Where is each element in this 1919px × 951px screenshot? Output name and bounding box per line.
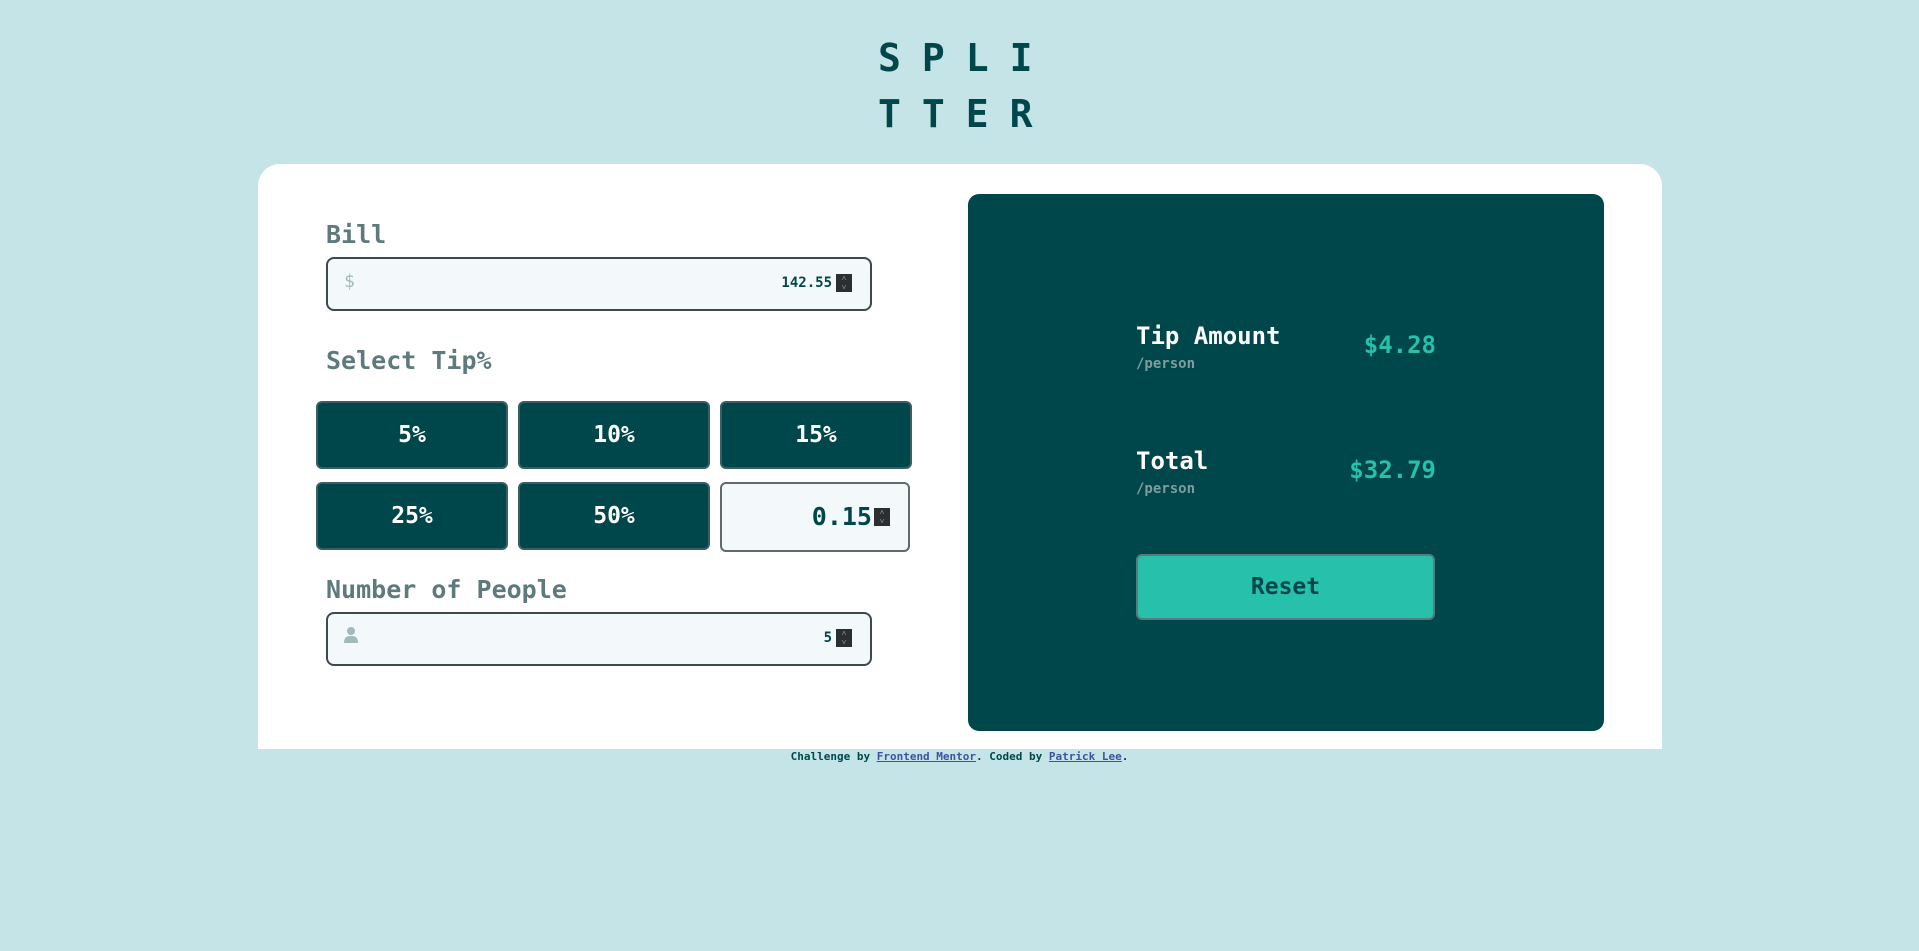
custom-tip-spinner[interactable]: ˄ ˅ (874, 508, 890, 526)
footer-middle: . Coded by (976, 750, 1049, 763)
tip-button-15[interactable]: 15% (720, 401, 912, 469)
person-icon (344, 626, 358, 649)
tip-amount-value: $4.28 (1363, 331, 1436, 359)
author-link[interactable]: Patrick Lee (1049, 750, 1122, 763)
custom-tip-input[interactable]: 0.15 ˄ ˅ (720, 482, 910, 552)
people-spinner[interactable]: ˄ ˅ (836, 629, 852, 647)
bill-value[interactable]: 142.55 (781, 275, 832, 291)
total-per-person: /person (1136, 481, 1196, 497)
frontend-mentor-link[interactable]: Frontend Mentor (877, 750, 976, 763)
logo-line-1: SPLI (878, 36, 1054, 80)
footer-prefix: Challenge by (790, 750, 877, 763)
select-tip-label: Select Tip% (326, 346, 492, 375)
attribution-footer: Challenge by Frontend Mentor. Coded by P… (0, 750, 1919, 763)
total-label: Total (1136, 447, 1209, 475)
bill-input[interactable]: $ 142.55 ˄ ˅ (326, 257, 872, 311)
tip-button-5[interactable]: 5% (316, 401, 508, 469)
dollar-icon: $ (344, 271, 355, 292)
tip-button-50[interactable]: 50% (518, 482, 710, 550)
tip-button-10[interactable]: 10% (518, 401, 710, 469)
people-label: Number of People (326, 575, 567, 604)
tip-amount-per-person: /person (1136, 356, 1196, 372)
tip-amount-label: Tip Amount (1136, 322, 1281, 350)
app-logo: SPLI TTER (878, 30, 1038, 142)
bill-spinner[interactable]: ˄ ˅ (836, 274, 852, 292)
tip-button-25[interactable]: 25% (316, 482, 508, 550)
reset-button[interactable]: Reset (1136, 554, 1435, 620)
people-input[interactable]: 5 ˄ ˅ (326, 612, 872, 666)
logo-line-2: TTER (878, 92, 1054, 136)
people-value[interactable]: 5 (824, 630, 832, 646)
footer-suffix: . (1121, 750, 1129, 763)
calculator-card: Bill $ 142.55 ˄ ˅ Select Tip% 5% 10% 15% … (258, 164, 1662, 749)
bill-label: Bill (326, 220, 387, 249)
result-panel: Tip Amount /person $4.28 Total /person $… (968, 194, 1604, 731)
total-value: $32.79 (1349, 456, 1436, 484)
custom-tip-value[interactable]: 0.15 (812, 502, 872, 531)
